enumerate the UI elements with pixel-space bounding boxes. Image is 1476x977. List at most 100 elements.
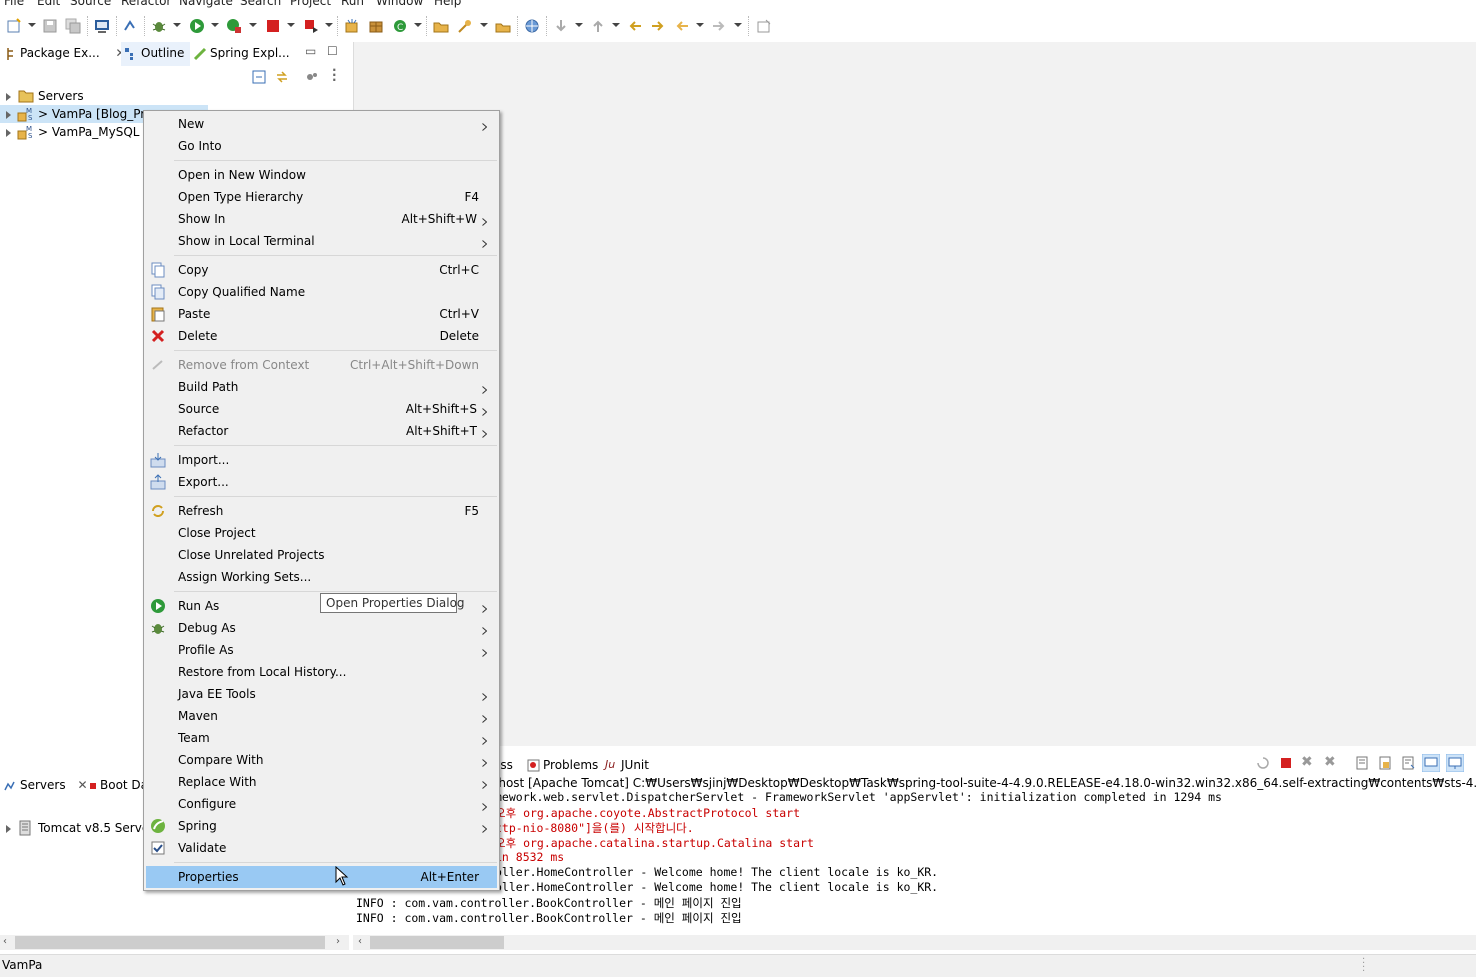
menu-item-restore-from-local-history[interactable]: Restore from Local History... <box>146 661 497 683</box>
search-icon[interactable] <box>457 18 473 34</box>
chevron-down-icon[interactable] <box>28 23 36 27</box>
scroll-lock-icon[interactable] <box>1378 756 1392 770</box>
new-package-icon[interactable] <box>368 18 384 34</box>
terminate-relaunch-icon[interactable] <box>1256 756 1270 770</box>
scrollbar-thumb[interactable] <box>370 936 504 949</box>
pin-console-icon[interactable] <box>1422 754 1440 772</box>
menu-item-close-project[interactable]: Close Project <box>146 522 497 544</box>
forward-edit-icon[interactable] <box>650 18 666 34</box>
menu-item-properties[interactable]: Properties Alt+Enter <box>146 866 497 888</box>
menu-item-source[interactable]: Source Alt+Shift+S <box>146 398 497 420</box>
run-icon[interactable] <box>189 18 205 34</box>
chevron-down-icon[interactable] <box>414 23 422 27</box>
menu-item-close-unrelated-projects[interactable]: Close Unrelated Projects <box>146 544 497 566</box>
link-with-editor-icon[interactable] <box>275 70 289 84</box>
horizontal-scrollbar[interactable]: ‹ <box>353 935 1476 950</box>
debug-icon[interactable] <box>151 18 167 34</box>
menu-item-debug-as[interactable]: Debug As <box>146 617 497 639</box>
menu-item-show-in-local-terminal[interactable]: Show in Local Terminal <box>146 230 497 252</box>
menu-edit[interactable]: Edit <box>37 0 60 8</box>
chevron-down-icon[interactable] <box>696 23 704 27</box>
collapse-all-icon[interactable] <box>252 70 266 84</box>
menu-item-spring[interactable]: Spring <box>146 815 497 837</box>
menu-file[interactable]: File <box>4 0 24 8</box>
chevron-down-icon[interactable] <box>249 23 257 27</box>
scrollbar-thumb[interactable] <box>15 936 325 949</box>
menu-item-refactor[interactable]: Refactor Alt+Shift+T <box>146 420 497 442</box>
menu-run[interactable]: Run <box>341 0 364 8</box>
back-icon[interactable] <box>674 18 690 34</box>
minimize-icon[interactable]: ▭ <box>305 44 316 58</box>
new-java-project-icon[interactable] <box>344 18 360 34</box>
chevron-down-icon[interactable] <box>287 23 295 27</box>
menu-help[interactable]: Help <box>434 0 461 8</box>
menu-item-refresh[interactable]: Refresh F5 <box>146 500 497 522</box>
menu-refactor[interactable]: Refactor <box>121 0 171 8</box>
menu-item-open-type-hierarchy[interactable]: Open Type Hierarchy F4 <box>146 186 497 208</box>
chevron-down-icon[interactable] <box>575 23 583 27</box>
expand-arrow-icon[interactable] <box>6 825 11 833</box>
menu-navigate[interactable]: Navigate <box>179 0 233 8</box>
menu-item-export[interactable]: Export... <box>146 471 497 493</box>
terminate-icon[interactable] <box>1279 756 1293 770</box>
save-all-icon[interactable] <box>65 18 81 34</box>
display-selected-console-icon[interactable] <box>1446 754 1464 772</box>
menu-item-compare-with[interactable]: Compare With <box>146 749 497 771</box>
menu-project[interactable]: Project <box>290 0 331 8</box>
save-icon[interactable] <box>42 18 58 34</box>
new-class-icon[interactable]: C <box>392 18 408 34</box>
expand-arrow-icon[interactable] <box>6 93 11 101</box>
tab-junit[interactable]: Ju JUnit <box>601 754 655 778</box>
tab-outline[interactable]: Outline <box>121 42 191 66</box>
menu-source[interactable]: Source <box>70 0 111 8</box>
chevron-down-icon[interactable] <box>612 23 620 27</box>
menu-item-java-ee-tools[interactable]: Java EE Tools <box>146 683 497 705</box>
open-type-icon[interactable] <box>433 18 449 34</box>
menu-item-import[interactable]: Import... <box>146 449 497 471</box>
menu-item-build-path[interactable]: Build Path <box>146 376 497 398</box>
expand-arrow-icon[interactable] <box>6 129 11 137</box>
chevron-down-icon[interactable] <box>211 23 219 27</box>
menu-item-replace-with[interactable]: Replace With <box>146 771 497 793</box>
chevron-down-icon[interactable] <box>173 23 181 27</box>
globe-icon[interactable] <box>524 18 540 34</box>
stop-icon[interactable] <box>265 18 281 34</box>
tab-spring-explorer[interactable]: Spring Expl... <box>190 42 296 66</box>
menu-item-copy[interactable]: Copy Ctrl+C <box>146 259 497 281</box>
chevron-down-icon[interactable] <box>480 23 488 27</box>
open-task-icon[interactable] <box>495 18 511 34</box>
menu-item-team[interactable]: Team <box>146 727 497 749</box>
menu-item-assign-working-sets[interactable]: Assign Working Sets... <box>146 566 497 588</box>
menu-item-open-in-new-window[interactable]: Open in New Window <box>146 164 497 186</box>
next-annotation-icon[interactable] <box>553 18 569 34</box>
filters-icon[interactable] <box>305 70 319 84</box>
menu-item-go-into[interactable]: Go Into <box>146 135 497 157</box>
menu-item-maven[interactable]: Maven <box>146 705 497 727</box>
expand-arrow-icon[interactable] <box>6 111 11 119</box>
menu-window[interactable]: Window <box>376 0 423 8</box>
new-icon[interactable] <box>6 18 22 34</box>
forward-icon[interactable] <box>711 18 727 34</box>
terminal-icon[interactable] <box>94 18 110 34</box>
menu-item-profile-as[interactable]: Profile As <box>146 639 497 661</box>
run-external-tools-icon[interactable] <box>226 18 242 34</box>
menu-item-copy-qualified-name[interactable]: Copy Qualified Name <box>146 281 497 303</box>
chevron-down-icon[interactable] <box>325 23 333 27</box>
word-wrap-icon[interactable] <box>1401 756 1415 770</box>
previous-annotation-icon[interactable] <box>590 18 606 34</box>
scroll-left-icon[interactable]: ‹ <box>3 936 7 947</box>
menu-item-configure[interactable]: Configure <box>146 793 497 815</box>
pin-editor-icon[interactable] <box>756 18 772 34</box>
tab-package-explorer[interactable]: Package Ex... ✕ <box>0 42 132 66</box>
tree-item-servers[interactable]: Servers <box>0 87 349 105</box>
tab-problems[interactable]: Problems <box>523 754 604 778</box>
remove-launch-icon[interactable]: ✖ <box>1301 754 1313 770</box>
toggle-breadcrumb-icon[interactable] <box>122 18 138 34</box>
view-menu-icon[interactable]: · · · <box>332 64 337 86</box>
menu-item-show-in[interactable]: Show In Alt+Shift+W <box>146 208 497 230</box>
maximize-icon[interactable]: ☐ <box>327 44 338 58</box>
menu-item-validate[interactable]: Validate <box>146 837 497 859</box>
scroll-left-icon[interactable]: ‹ <box>358 936 362 947</box>
horizontal-scrollbar[interactable]: ‹ › <box>0 935 349 950</box>
tab-servers[interactable]: Servers ✕ <box>0 774 94 798</box>
